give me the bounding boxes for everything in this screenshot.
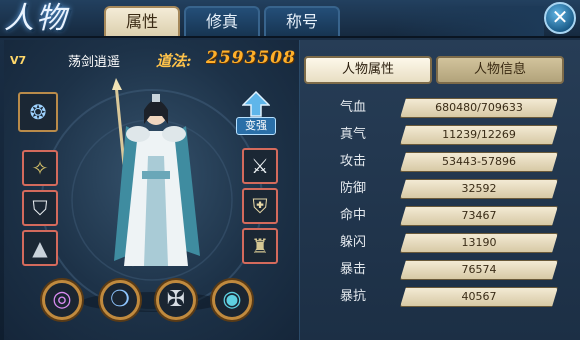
character-portrait [112, 78, 200, 267]
talisman-icon: ✠ [166, 287, 186, 312]
upgrade-label: 变强 [236, 117, 276, 135]
equip-slot-boots[interactable]: ▲ [22, 230, 58, 266]
character-name: 荡剑逍遥 [68, 55, 121, 70]
stat-label: 真气 [340, 127, 367, 142]
stat-value: 76574 [461, 263, 497, 276]
stat-value: 53443-57896 [442, 155, 516, 168]
vip-level: V7 [10, 54, 27, 67]
close-icon: ✕ [551, 5, 569, 29]
title-logo: 人物 [4, 1, 68, 36]
subtab-character-info[interactable]: 人物信息 [436, 56, 564, 84]
equip-slot-bracer[interactable]: ⛉ [22, 190, 58, 226]
stat-label: 暴抗 [340, 289, 367, 304]
stat-label: 防御 [340, 181, 367, 196]
soul-orb-icon: ❂ [29, 100, 47, 124]
stat-value: 680480/709633 [435, 101, 523, 114]
stat-row-mana: 真气 11239/12269 [330, 125, 560, 145]
stat-label: 气血 [340, 100, 367, 115]
equip-slot-shoulder[interactable]: ⛨ [242, 188, 278, 224]
boots-icon: ▲ [32, 236, 48, 260]
equip-slot-amulet[interactable]: ✧ [22, 150, 58, 186]
character-screen: 人物 属性 修真 称号 ✕ V7 荡剑逍遥 道法: 2593508 ❂ ✧ ⛉ … [0, 0, 580, 340]
stat-label: 命中 [340, 208, 367, 223]
equip-slot-helmet[interactable]: ♜ [242, 228, 278, 264]
stat-value: 13190 [461, 236, 497, 249]
stat-label: 躲闪 [340, 235, 367, 250]
jade-disc-icon: ◉ [222, 287, 242, 312]
equip-slot-soul[interactable]: ❂ [18, 92, 58, 132]
upgrade-button[interactable]: 变强 [236, 91, 276, 137]
stat-row-attack: 攻击 53443-57896 [330, 152, 560, 172]
stat-row-dodge: 躲闪 13190 [330, 233, 560, 253]
equip-slot-necklace[interactable]: ❍ [100, 280, 140, 320]
stat-label: 暴击 [340, 262, 367, 277]
shoulder-icon: ⛨ [252, 194, 268, 218]
stat-row-crit-resist: 暴抗 40567 [330, 287, 560, 307]
stat-label: 攻击 [340, 154, 367, 169]
tab-titles[interactable]: 称号 [264, 6, 340, 36]
tab-cultivation[interactable]: 修真 [184, 6, 260, 36]
sword-icon: ⚔ [251, 154, 269, 178]
up-arrow-icon [242, 91, 270, 117]
amulet-icon: ✧ [31, 156, 49, 180]
helmet-icon: ♜ [251, 234, 269, 258]
necklace-icon: ❍ [110, 287, 130, 312]
ring-icon: ◎ [52, 287, 72, 312]
power-value: 2593508 [206, 48, 296, 68]
armor-sleeve-icon: ⛉ [32, 196, 48, 220]
stat-row-defense: 防御 32592 [330, 179, 560, 199]
close-button[interactable]: ✕ [544, 2, 576, 34]
stat-row-hp: 气血 680480/709633 [330, 98, 560, 118]
stat-value: 40567 [461, 290, 497, 303]
equip-slot-ring[interactable]: ◎ [42, 280, 82, 320]
tab-attributes[interactable]: 属性 [104, 6, 180, 36]
equip-slot-talisman[interactable]: ✠ [156, 280, 196, 320]
equip-slot-weapon[interactable]: ⚔ [242, 148, 278, 184]
equip-slot-jade[interactable]: ◉ [212, 280, 252, 320]
header-ornament [394, 6, 544, 36]
stat-value: 73467 [461, 209, 497, 222]
stat-value: 32592 [461, 182, 497, 195]
stat-value: 11239/12269 [442, 128, 516, 141]
subtab-character-attributes[interactable]: 人物属性 [304, 56, 432, 84]
stat-row-crit: 暴击 76574 [330, 260, 560, 280]
stat-row-hit: 命中 73467 [330, 206, 560, 226]
power-label: 道法: [156, 52, 192, 70]
